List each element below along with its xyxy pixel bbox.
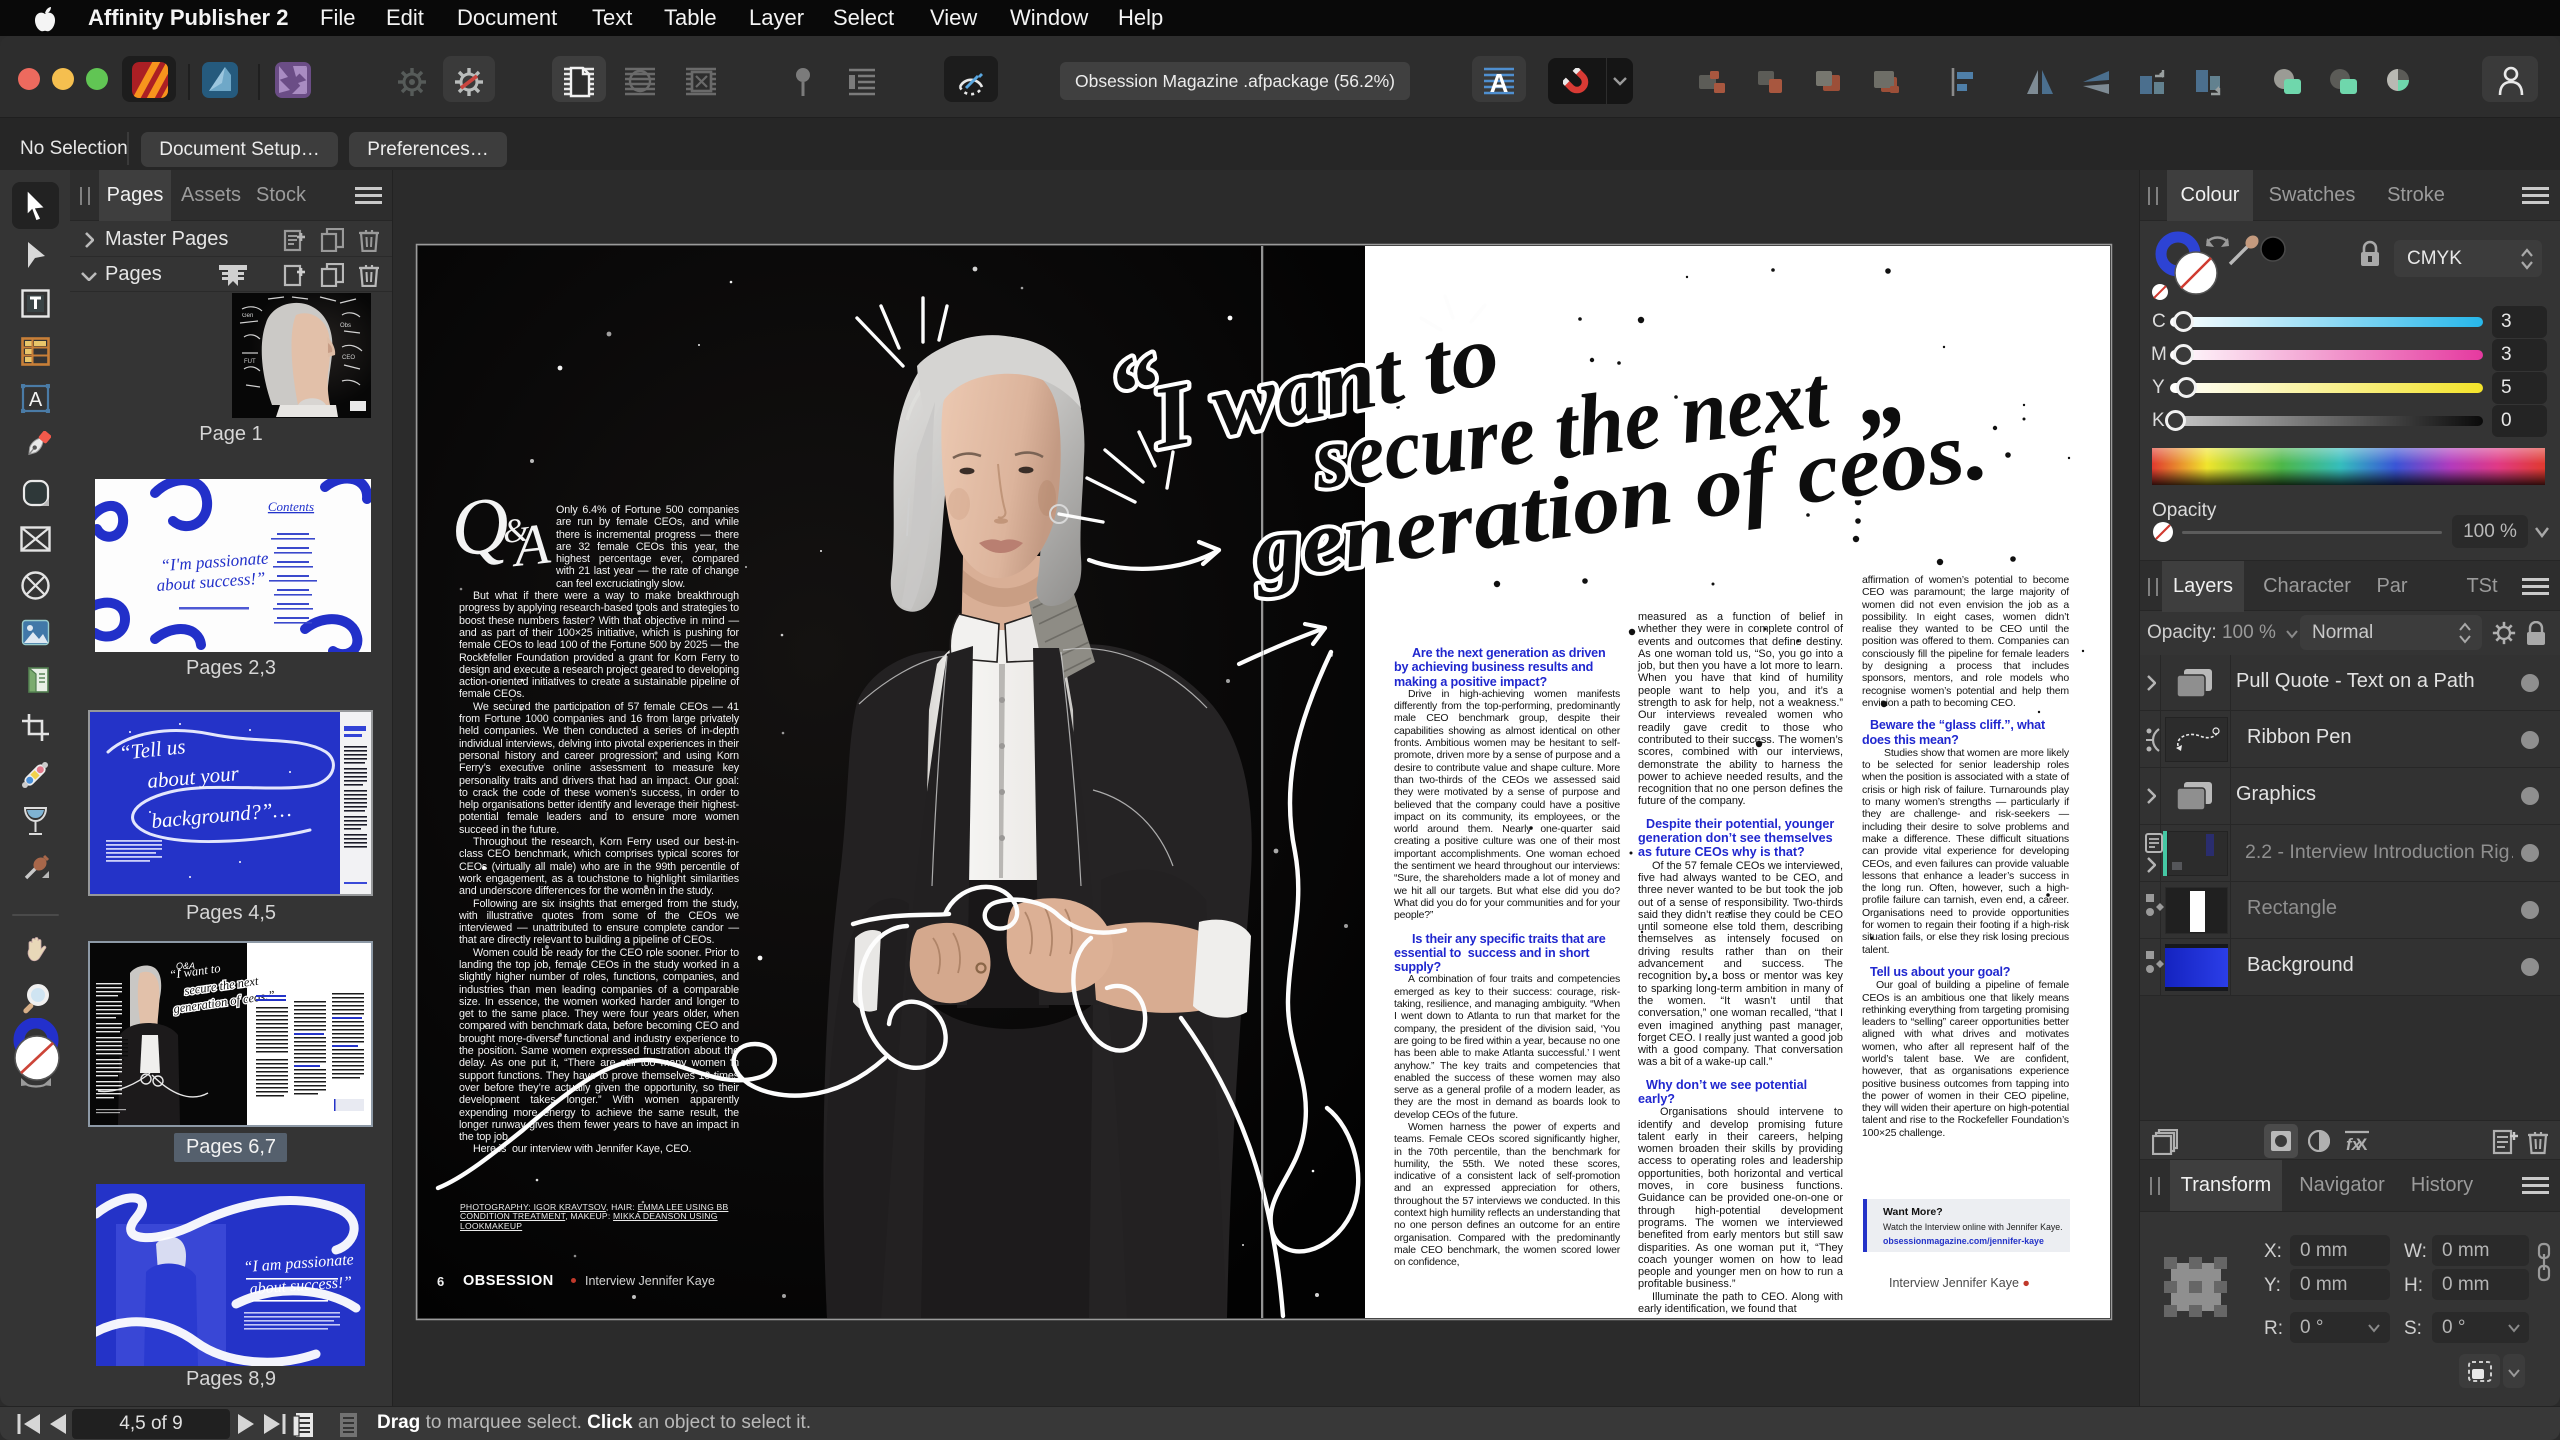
svg-text:Obs: Obs [340,323,351,329]
svg-text:A: A [29,389,43,411]
svg-text:FUT: FUT [244,359,256,365]
svg-text:CEO: CEO [342,355,355,361]
svg-text:X: X [2356,1135,2368,1152]
svg-text:Gen: Gen [242,313,253,319]
svg-text:Q&A: Q&A [176,961,195,971]
svg-text:Contents: Contents [268,499,314,514]
svg-text:A: A [1490,68,1509,98]
